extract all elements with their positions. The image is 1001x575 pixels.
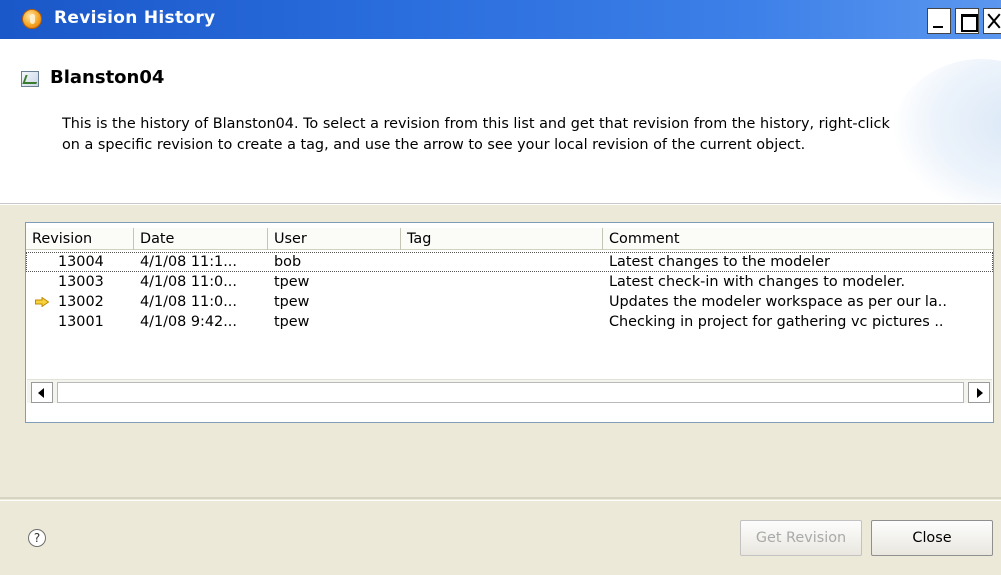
current-revision-arrow-icon[interactable] [35, 297, 49, 307]
cell-user: tpew [274, 314, 310, 330]
cell-date: 4/1/08 11:1... [140, 254, 237, 270]
dialog-footer: ? Get Revision Close [0, 500, 1001, 575]
column-header-revision[interactable]: Revision [26, 228, 134, 250]
app-icon [22, 9, 42, 29]
column-header-tag[interactable]: Tag [401, 228, 603, 250]
get-revision-button[interactable]: Get Revision [740, 520, 862, 556]
table-row[interactable]: 13002 4/1/08 11:0... tpew Updates the mo… [26, 292, 993, 312]
footer-divider [0, 497, 1001, 499]
column-header-comment[interactable]: Comment [603, 228, 993, 250]
title-bar: Revision History [0, 0, 1001, 39]
header-description: This is the history of Blanston04. To se… [62, 116, 890, 153]
close-button[interactable]: Close [871, 520, 993, 556]
scrollbar-track[interactable] [57, 382, 964, 403]
maximize-button[interactable] [955, 8, 979, 34]
help-icon[interactable]: ? [28, 529, 46, 547]
column-header-user[interactable]: User [268, 228, 401, 250]
table-header: Revision Date User Tag Comment [26, 228, 993, 250]
model-object-icon [21, 71, 39, 87]
minimize-button[interactable] [927, 8, 951, 34]
cell-date: 4/1/08 9:42... [140, 314, 237, 330]
cell-comment: Checking in project for gathering vc pic… [609, 314, 944, 330]
cell-revision: 13001 [58, 314, 104, 330]
scroll-left-button[interactable] [31, 382, 53, 403]
horizontal-scrollbar[interactable] [27, 379, 992, 403]
cell-user: tpew [274, 274, 310, 290]
cell-comment: Updates the modeler workspace as per our… [609, 294, 947, 310]
table-row[interactable]: 13001 4/1/08 9:42... tpew Checking in pr… [26, 312, 993, 332]
cell-user: tpew [274, 294, 310, 310]
table-row[interactable]: 13003 4/1/08 11:0... tpew Latest check-i… [26, 272, 993, 292]
cell-revision: 13004 [58, 254, 104, 270]
revision-table[interactable]: Revision Date User Tag Comment 13004 4/1… [25, 222, 994, 423]
cell-comment: Latest changes to the modeler [609, 254, 830, 270]
cell-revision: 13003 [58, 274, 104, 290]
cell-revision: 13002 [58, 294, 104, 310]
table-row[interactable]: 13004 4/1/08 11:1... bob Latest changes … [26, 252, 993, 272]
dialog-header: Blanston04 This is the history of Blanst… [0, 39, 1001, 204]
cell-comment: Latest check-in with changes to modeler. [609, 274, 906, 290]
dialog-body: Revision Date User Tag Comment 13004 4/1… [0, 205, 1001, 500]
scroll-right-button[interactable] [968, 382, 990, 403]
close-window-button[interactable] [983, 8, 1001, 34]
column-header-date[interactable]: Date [134, 228, 268, 250]
window-title: Revision History [54, 8, 216, 28]
cell-date: 4/1/08 11:0... [140, 294, 237, 310]
object-title: Blanston04 [50, 67, 165, 88]
cell-date: 4/1/08 11:0... [140, 274, 237, 290]
cell-user: bob [274, 254, 302, 270]
